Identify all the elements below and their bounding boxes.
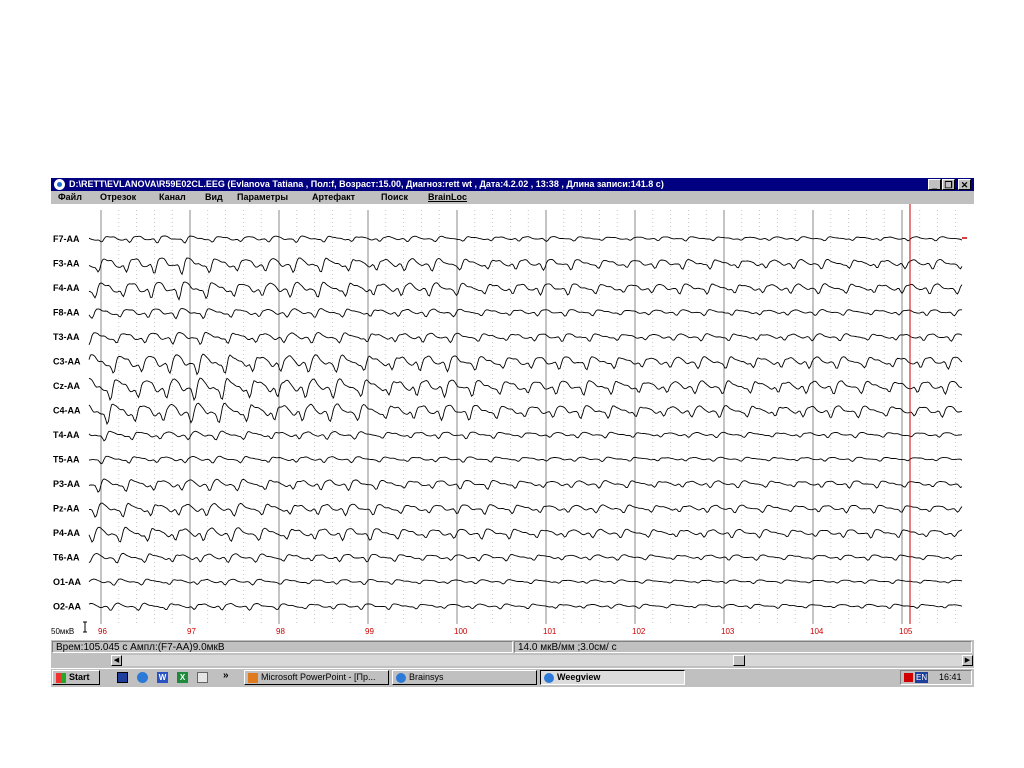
- menu-file[interactable]: Файл: [58, 191, 82, 203]
- status-bar: Врем:105.045 с Ампл:(F7-AA)9.0мкВ 14.0 м…: [51, 640, 974, 654]
- channel-label[interactable]: C3-AA: [53, 357, 81, 367]
- scale-label: 50мкВ: [51, 627, 74, 636]
- channel-label[interactable]: F4-AA: [53, 283, 80, 293]
- minimize-button[interactable]: _: [928, 179, 941, 190]
- weegview-app-icon[interactable]: [54, 179, 65, 190]
- start-button[interactable]: Start: [52, 670, 100, 685]
- time-label: 96: [98, 627, 107, 636]
- channel-label[interactable]: P3-AA: [53, 479, 81, 489]
- brainsys-icon: [396, 672, 406, 683]
- time-label: 100: [454, 627, 468, 636]
- menu-brainloc[interactable]: BrainLoc: [428, 191, 467, 203]
- channel-label[interactable]: P4-AA: [53, 528, 81, 538]
- scroll-thumb[interactable]: [733, 655, 745, 666]
- kaspersky-icon[interactable]: [904, 673, 913, 682]
- language-indicator[interactable]: EN: [915, 672, 929, 683]
- channel-label[interactable]: T5-AA: [53, 455, 80, 465]
- taskbar: Start W X » Microsoft PowerPoint - [Пр..…: [51, 668, 974, 687]
- channel-label[interactable]: Pz-AA: [53, 504, 80, 514]
- eeg-traces-svg[interactable]: F7-AA F3-AA F4-AA F8-AA T3-AA C3-AA Cz-AA C4-AA…: [51, 204, 974, 640]
- channel-label[interactable]: F8-AA: [53, 308, 80, 318]
- status-position: Врем:105.045 с Ампл:(F7-AA)9.0мкВ: [52, 641, 513, 653]
- eeg-trace: [88, 430, 963, 442]
- time-label: 104: [810, 627, 824, 636]
- horizontal-scrollbar[interactable]: ◀ ▶: [111, 655, 973, 666]
- time-label: 105: [899, 627, 913, 636]
- taskbar-brainsys[interactable]: Brainsys: [392, 670, 537, 685]
- windows-logo-icon: [56, 672, 66, 683]
- menu-channel[interactable]: Канал: [159, 191, 186, 203]
- eeg-trace: [88, 353, 963, 376]
- time-label: 101: [543, 627, 557, 636]
- status-scale: 14.0 мкВ/мм ;3.0см/ с: [514, 641, 972, 653]
- restore-button[interactable]: ❐: [942, 179, 955, 190]
- window-title: D:\RETT\EVLANOVA\R59E02CL.EEG (Evlanova …: [69, 179, 664, 189]
- quicklaunch-chevron[interactable]: »: [223, 670, 229, 681]
- scroll-left-button[interactable]: ◀: [111, 655, 122, 666]
- close-button[interactable]: ✕: [958, 179, 971, 190]
- menu-segment[interactable]: Отрезок: [100, 191, 136, 203]
- time-label: 97: [187, 627, 196, 636]
- channel-label[interactable]: C4-AA: [53, 406, 81, 416]
- channel-label[interactable]: T6-AA: [53, 553, 80, 563]
- scroll-right-button[interactable]: ▶: [962, 655, 973, 666]
- weegview-icon: [544, 672, 554, 683]
- taskbar-powerpoint[interactable]: Microsoft PowerPoint - [Пр...: [244, 670, 389, 685]
- time-label: 102: [632, 627, 646, 636]
- time-label: 103: [721, 627, 735, 636]
- save-disk-icon[interactable]: [117, 672, 128, 683]
- time-label: 99: [365, 627, 374, 636]
- outlook-icon[interactable]: [197, 672, 208, 683]
- clock: 16:41: [939, 672, 962, 682]
- channel-label[interactable]: O1-AA: [53, 577, 82, 587]
- channel-label[interactable]: T4-AA: [53, 430, 80, 440]
- channel-label[interactable]: T3-AA: [53, 332, 80, 342]
- menu-parameters[interactable]: Параметры: [237, 191, 288, 203]
- eeg-trace: [88, 578, 963, 586]
- menu-search[interactable]: Поиск: [381, 191, 408, 203]
- channel-label[interactable]: F7-AA: [53, 234, 80, 244]
- channel-label[interactable]: Cz-AA: [53, 381, 80, 391]
- internet-explorer-icon[interactable]: [137, 672, 148, 683]
- eeg-viewer-window: D:\RETT\EVLANOVA\R59E02CL.EEG (Evlanova …: [51, 178, 974, 687]
- word-icon[interactable]: W: [157, 672, 168, 683]
- time-label: 98: [276, 627, 285, 636]
- eeg-trace: [88, 377, 963, 402]
- eeg-trace: [88, 235, 963, 244]
- eeg-trace: [88, 602, 963, 611]
- title-bar[interactable]: D:\RETT\EVLANOVA\R59E02CL.EEG (Evlanova …: [51, 178, 974, 191]
- menu-view[interactable]: Вид: [205, 191, 223, 203]
- system-tray: EN 16:41: [900, 670, 972, 685]
- menu-artifact[interactable]: Артефакт: [312, 191, 355, 203]
- menu-bar: Файл Отрезок Канал Вид Параметры Артефак…: [51, 191, 974, 203]
- excel-icon[interactable]: X: [177, 672, 188, 683]
- channel-label[interactable]: O2-AA: [53, 602, 82, 612]
- powerpoint-icon: [248, 672, 258, 683]
- eeg-plot-area[interactable]: F7-AA F3-AA F4-AA F8-AA T3-AA C3-AA Cz-AA C4-AA…: [51, 204, 974, 640]
- taskbar-weegview[interactable]: Weegview: [540, 670, 685, 685]
- channel-label[interactable]: F3-AA: [53, 259, 80, 269]
